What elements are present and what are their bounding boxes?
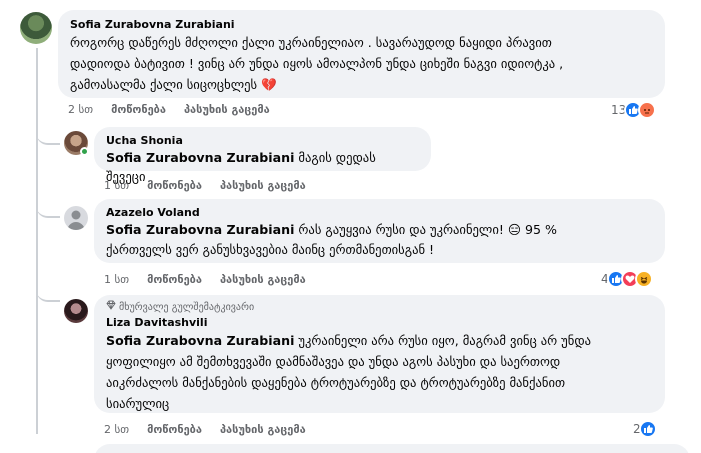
comment-text-line: აიკრძალოს მანქანების დაყენება ტროტუარებზ… bbox=[106, 375, 566, 390]
like-button[interactable]: მოწონება bbox=[147, 423, 202, 436]
reaction-summary[interactable]: 2 bbox=[633, 420, 657, 438]
comment-author[interactable]: Ucha Shonia bbox=[106, 133, 419, 148]
avatar[interactable] bbox=[64, 299, 88, 323]
thread-hook bbox=[36, 125, 60, 145]
comment-actions: 2 სთ მოწონება პასუხის გაცემა bbox=[104, 423, 306, 436]
next-comment-bubble bbox=[94, 444, 690, 453]
comment-actions: 1 სთ მოწონება პასუხის გაცემა bbox=[104, 179, 306, 192]
comment-time[interactable]: 1 სთ bbox=[104, 179, 129, 192]
like-icon bbox=[638, 420, 657, 438]
thread-hook bbox=[36, 282, 60, 302]
comment-text-line: რას გაუყვია რუსი და უკრაინელი! 😑 95 % bbox=[298, 222, 558, 237]
haha-icon bbox=[634, 270, 653, 288]
comment-time[interactable]: 2 სთ bbox=[68, 103, 93, 116]
comment-text-line: დადიოდა ბატივით ! ვინც არ უნდა იყოს ამოა… bbox=[70, 56, 564, 71]
like-button[interactable]: მოწონება bbox=[147, 179, 202, 192]
comment-bubble: Sofia Zurabovna Zurabiani როგორც დაწერეს… bbox=[58, 10, 665, 98]
comment-actions: 2 სთ მოწონება პასუხის გაცემა bbox=[68, 103, 270, 116]
comment-text-line: უკრაინელი არა რუსი იყო, მაგრამ ვინც არ უ… bbox=[298, 333, 592, 348]
reaction-summary[interactable]: 13 bbox=[611, 101, 657, 119]
like-button[interactable]: მოწონება bbox=[111, 103, 166, 116]
comment-author[interactable]: Liza Davitashvili bbox=[106, 315, 653, 330]
comment-bubble: Ucha Shonia Sofia Zurabovna Zurabiani მა… bbox=[94, 127, 431, 184]
thread-line bbox=[36, 48, 38, 434]
comment-text-line: ქართველს ვერ განუსხვავებია მაინც ერთმანე… bbox=[106, 242, 435, 257]
mention-link[interactable]: Sofia Zurabovna Zurabiani bbox=[106, 222, 294, 237]
reply-button[interactable]: პასუხის გაცემა bbox=[220, 273, 306, 286]
comment-author[interactable]: Azazelo Voland bbox=[106, 205, 653, 220]
reply-button[interactable]: პასუხის გაცემა bbox=[220, 423, 306, 436]
mention-link[interactable]: Sofia Zurabovna Zurabiani bbox=[106, 333, 294, 348]
like-button[interactable]: მოწონება bbox=[147, 273, 202, 286]
fan-badge[interactable]: მხურვალე გულშემატკივარი bbox=[106, 300, 653, 315]
online-status-dot bbox=[80, 147, 89, 156]
mention-link[interactable]: Sofia Zurabovna Zurabiani bbox=[106, 150, 294, 165]
reply-button[interactable]: პასუხის გაცემა bbox=[184, 103, 270, 116]
reply-button[interactable]: პასუხის გაცემა bbox=[220, 179, 306, 192]
comment-bubble: მხურვალე გულშემატკივარი Liza Davitashvil… bbox=[94, 295, 665, 413]
comment-author[interactable]: Sofia Zurabovna Zurabiani bbox=[70, 17, 653, 32]
angry-icon bbox=[638, 101, 657, 119]
comment-time[interactable]: 2 სთ bbox=[104, 423, 129, 436]
thread-hook bbox=[36, 198, 60, 218]
avatar[interactable] bbox=[64, 206, 88, 230]
comment-text-line: სიარულიც bbox=[106, 396, 170, 411]
avatar[interactable] bbox=[20, 12, 52, 44]
comment-actions: 1 სთ მოწონება პასუხის გაცემა bbox=[104, 273, 306, 286]
comment-bubble: Azazelo Voland Sofia Zurabovna Zurabiani… bbox=[94, 199, 665, 263]
comment-time[interactable]: 1 სთ bbox=[104, 273, 129, 286]
comment-text-line: როგორც დაწერეს მძღოლი ქალი უკრაინელიაო .… bbox=[70, 35, 552, 50]
fan-badge-label: მხურვალე გულშემატკივარი bbox=[119, 301, 255, 313]
comment-text-line: გამოასალმა ქალი სიცოცხლეს 💔 bbox=[70, 77, 277, 92]
diamond-icon bbox=[106, 300, 116, 315]
reaction-summary[interactable]: 4 bbox=[601, 270, 653, 288]
comment-text-line: ყოფილიყო ამ შემთხვევაში დამნაშავეა და უნ… bbox=[106, 354, 561, 369]
